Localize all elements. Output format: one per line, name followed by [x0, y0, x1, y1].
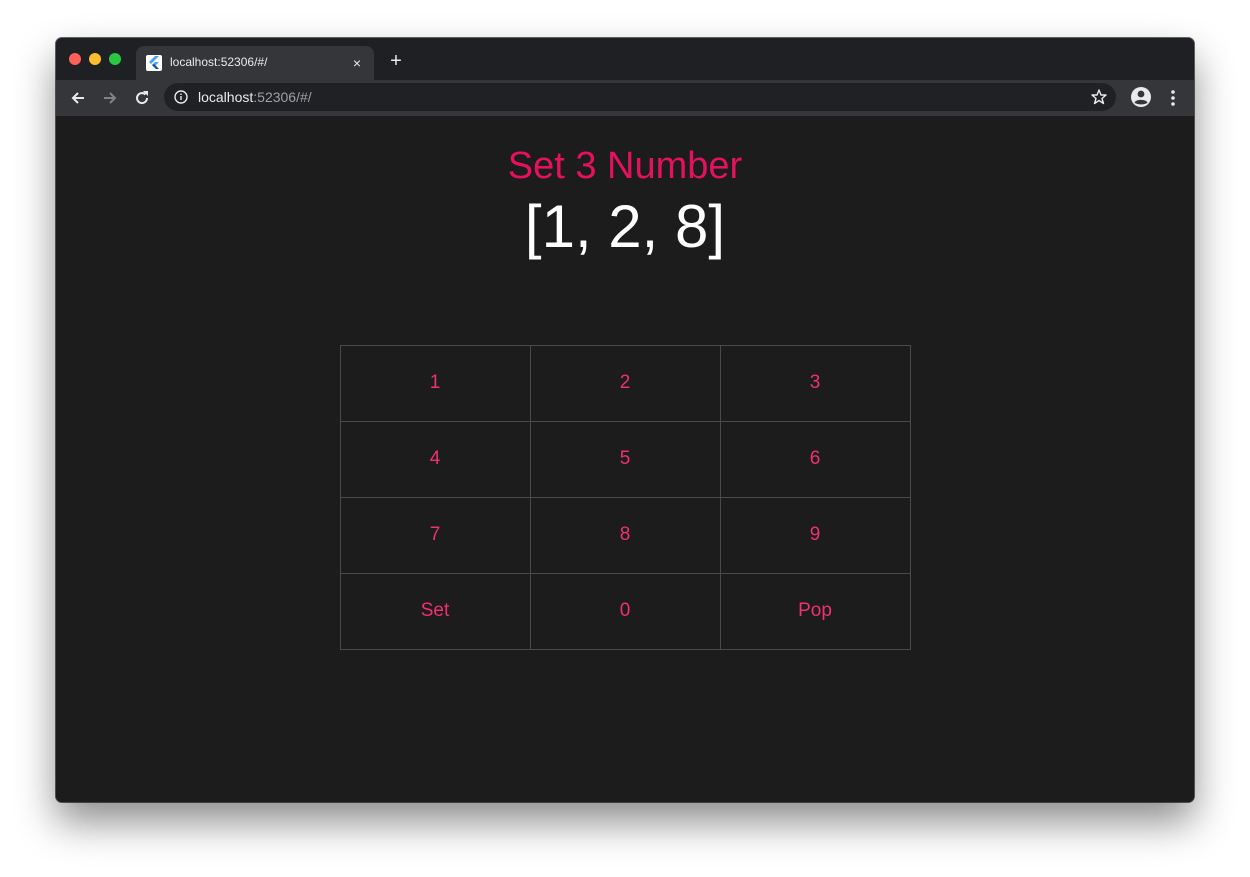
- pop-button[interactable]: Pop: [719, 572, 911, 650]
- selected-numbers: [1, 2, 8]: [524, 193, 726, 260]
- key-9-button[interactable]: 9: [719, 496, 911, 574]
- tab-title: localhost:52306/#/: [170, 55, 268, 69]
- key-4-button[interactable]: 4: [339, 420, 531, 498]
- key-0-button[interactable]: 0: [529, 572, 721, 650]
- browser-tab[interactable]: localhost:52306/#/ ×: [136, 46, 374, 80]
- browser-toolbar: localhost:52306/#/: [56, 80, 1194, 116]
- keypad: 1 2 3 4 5 6 7 8 9 Set 0 Pop: [339, 344, 911, 650]
- app-page: Set 3 Number [1, 2, 8] 1 2 3 4 5 6 7 8 9…: [56, 116, 1194, 802]
- url-host: localhost: [198, 89, 254, 105]
- key-6-button[interactable]: 6: [719, 420, 911, 498]
- url-path: :52306/#/: [253, 89, 312, 105]
- browser-window: localhost:52306/#/ × + localhost:52306/#…: [56, 38, 1194, 802]
- key-3-button[interactable]: 3: [719, 344, 911, 422]
- key-1-button[interactable]: 1: [339, 344, 531, 422]
- maximize-window-button[interactable]: [109, 53, 121, 65]
- close-icon[interactable]: ×: [348, 54, 366, 72]
- account-circle-icon[interactable]: [1130, 86, 1152, 108]
- more-vert-icon[interactable]: [1164, 88, 1182, 108]
- key-2-button[interactable]: 2: [529, 344, 721, 422]
- flutter-icon: [146, 55, 162, 71]
- tab-strip: localhost:52306/#/ × +: [56, 38, 1194, 80]
- arrow-right-icon[interactable]: [100, 88, 120, 108]
- page-title: Set 3 Number: [507, 145, 743, 187]
- info-icon[interactable]: [174, 90, 188, 104]
- new-tab-button[interactable]: +: [386, 51, 406, 71]
- set-button[interactable]: Set: [339, 572, 531, 650]
- star-icon[interactable]: [1090, 88, 1108, 106]
- key-7-button[interactable]: 7: [339, 496, 531, 574]
- url-text: localhost:52306/#/: [198, 89, 312, 105]
- close-window-button[interactable]: [69, 53, 81, 65]
- key-8-button[interactable]: 8: [529, 496, 721, 574]
- arrow-left-icon[interactable]: [68, 88, 88, 108]
- key-5-button[interactable]: 5: [529, 420, 721, 498]
- address-bar[interactable]: localhost:52306/#/: [164, 83, 1116, 111]
- reload-icon[interactable]: [132, 88, 152, 108]
- minimize-window-button[interactable]: [89, 53, 101, 65]
